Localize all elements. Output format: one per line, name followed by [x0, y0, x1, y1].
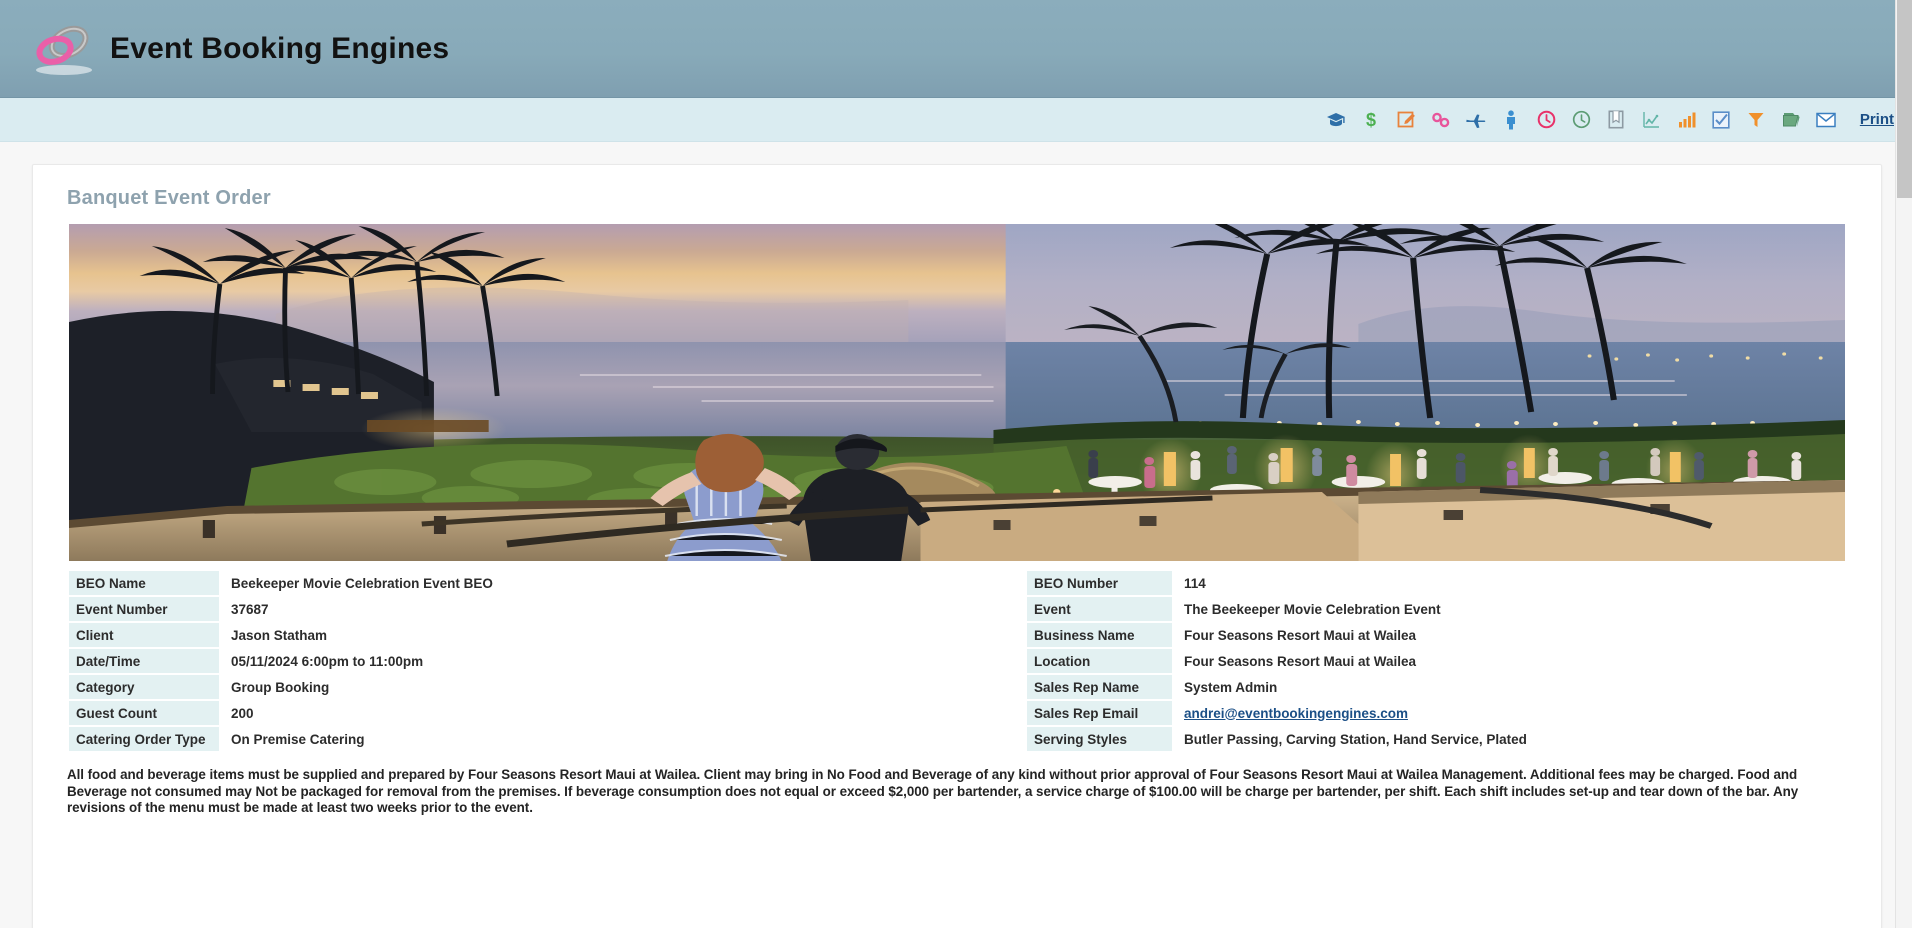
- detail-row: BEO Number 114: [1027, 571, 1845, 595]
- airplane-icon[interactable]: [1464, 107, 1489, 133]
- field-value: Four Seasons Resort Maui at Wailea: [1184, 653, 1417, 669]
- field-label: Catering Order Type: [69, 727, 219, 751]
- field-label: BEO Number: [1027, 571, 1172, 595]
- field-value: On Premise Catering: [231, 731, 365, 747]
- clock-red-icon[interactable]: [1534, 107, 1559, 133]
- detail-row: Category Group Booking: [69, 675, 957, 699]
- field-label: Sales Rep Name: [1027, 675, 1172, 699]
- detail-row: BEO Name Beekeeper Movie Celebration Eve…: [69, 571, 957, 595]
- detail-row: Sales Rep Name System Admin: [1027, 675, 1845, 699]
- detail-row: Event Number 37687: [69, 597, 957, 621]
- edit-note-icon[interactable]: [1394, 107, 1419, 133]
- detail-row: Guest Count 200: [69, 701, 957, 725]
- print-link[interactable]: Print: [1860, 111, 1894, 128]
- app-root: Event Booking Engines $ Print Banquet Ev…: [0, 0, 1912, 928]
- field-label: Category: [69, 675, 219, 699]
- detail-row: Date/Time 05/11/2024 6:00pm to 11:00pm: [69, 649, 957, 673]
- detail-row: Event The Beekeeper Movie Celebration Ev…: [1027, 597, 1845, 621]
- terms-paragraph: All food and beverage items must be supp…: [67, 767, 1799, 815]
- sales-rep-email-link[interactable]: andrei@eventbookingengines.com: [1184, 706, 1408, 721]
- brand-logo[interactable]: Event Booking Engines: [28, 20, 449, 78]
- field-value-email: andrei@eventbookingengines.com: [1172, 701, 1845, 725]
- checkbox-icon[interactable]: [1709, 107, 1734, 133]
- field-value: Group Booking: [231, 679, 330, 695]
- detail-row: Business Name Four Seasons Resort Maui a…: [1027, 623, 1845, 647]
- field-label: Date/Time: [69, 649, 219, 673]
- field-label: Location: [1027, 649, 1172, 673]
- field-value: Four Seasons Resort Maui at Wailea: [1184, 627, 1417, 643]
- action-toolbar: $ Print: [0, 98, 1912, 142]
- detail-row: Serving Styles Butler Passing, Carving S…: [1027, 727, 1845, 751]
- chart-scatter-icon[interactable]: [1639, 107, 1664, 133]
- detail-row: Sales Rep Email andrei@eventbookingengin…: [1027, 701, 1845, 725]
- folder-book-icon[interactable]: [1779, 107, 1804, 133]
- svg-text:$: $: [1366, 110, 1376, 130]
- envelope-icon[interactable]: [1814, 107, 1839, 133]
- field-label: Serving Styles: [1027, 727, 1172, 751]
- dollar-sign-icon[interactable]: $: [1359, 107, 1384, 133]
- details-left-column: BEO Name Beekeeper Movie Celebration Eve…: [69, 571, 957, 753]
- funnel-filter-icon[interactable]: [1744, 107, 1769, 133]
- page-scrollbar[interactable]: [1895, 0, 1912, 928]
- site-header: Event Booking Engines: [0, 0, 1912, 98]
- scrollbar-thumb[interactable]: [1897, 0, 1912, 198]
- field-value: 114: [1184, 575, 1206, 591]
- beo-details: BEO Name Beekeeper Movie Celebration Eve…: [69, 571, 1845, 753]
- field-label: Event Number: [69, 597, 219, 621]
- person-icon[interactable]: [1499, 107, 1524, 133]
- detail-row: Catering Order Type On Premise Catering: [69, 727, 957, 751]
- graduation-cap-icon[interactable]: [1324, 107, 1349, 133]
- field-label: BEO Name: [69, 571, 219, 595]
- field-value: 37687: [231, 601, 269, 617]
- clock-green-icon[interactable]: [1569, 107, 1594, 133]
- field-label: Sales Rep Email: [1027, 701, 1172, 725]
- field-value: The Beekeeper Movie Celebration Event: [1184, 601, 1441, 617]
- field-label: Client: [69, 623, 219, 647]
- beo-card: Banquet Event Order BEO Name Beekeeper M…: [32, 164, 1882, 928]
- book-icon[interactable]: [1604, 107, 1629, 133]
- field-value: Jason Statham: [231, 627, 328, 643]
- detail-row: Client Jason Statham: [69, 623, 957, 647]
- field-label: Business Name: [1027, 623, 1172, 647]
- field-value: 200: [231, 705, 254, 721]
- bar-chart-icon[interactable]: [1674, 107, 1699, 133]
- field-label: Event: [1027, 597, 1172, 621]
- page-title: Banquet Event Order: [67, 187, 271, 209]
- interlocking-rings-logo-icon: [28, 20, 100, 78]
- field-value: 05/11/2024 6:00pm to 11:00pm: [231, 653, 424, 669]
- detail-row: Location Four Seasons Resort Maui at Wai…: [1027, 649, 1845, 673]
- brand-name: Event Booking Engines: [110, 31, 450, 65]
- link-chain-icon[interactable]: [1429, 107, 1454, 133]
- field-value: Beekeeper Movie Celebration Event BEO: [231, 575, 493, 591]
- field-label: Guest Count: [69, 701, 219, 725]
- hero-image: [69, 224, 1845, 561]
- details-right-column: BEO Number 114 Event The Beekeeper Movie…: [957, 571, 1845, 753]
- field-value: System Admin: [1184, 679, 1278, 695]
- field-value: Butler Passing, Carving Station, Hand Se…: [1184, 731, 1527, 747]
